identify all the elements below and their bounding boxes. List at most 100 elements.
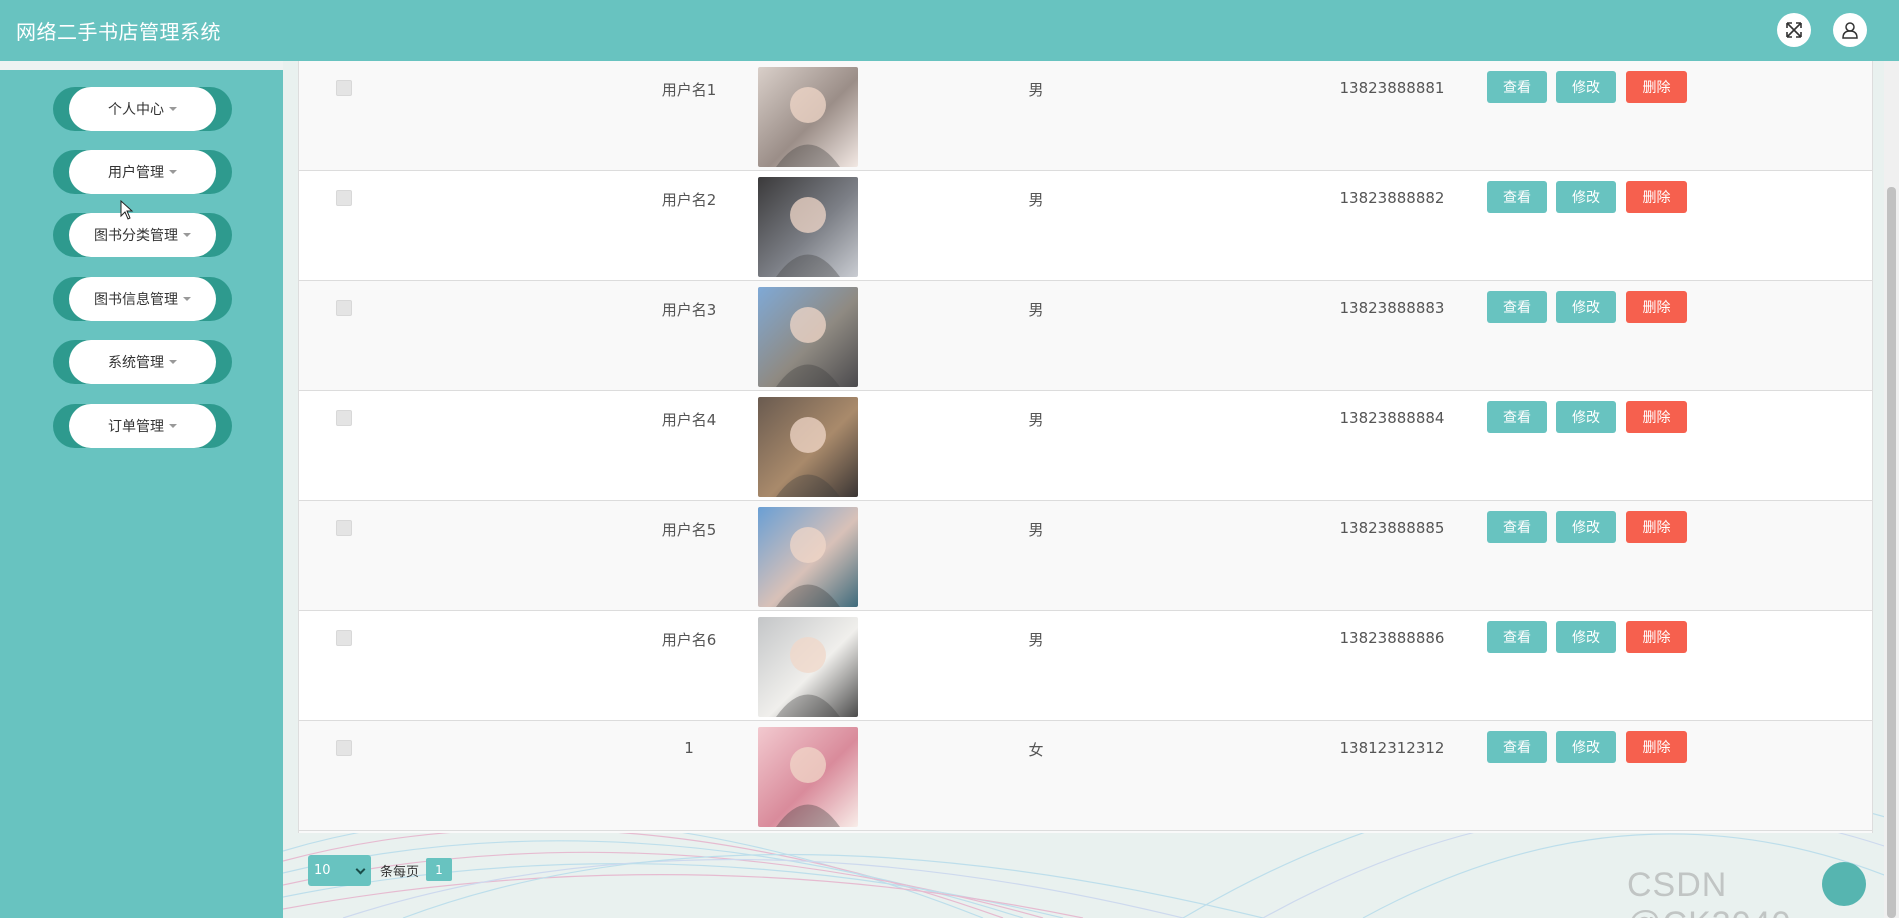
cell-gender: 男 bbox=[1028, 631, 1044, 649]
delete-button[interactable]: 删除 bbox=[1626, 291, 1687, 323]
cell-gender: 男 bbox=[1028, 411, 1044, 429]
sidebar-item-label: 个人中心 bbox=[108, 102, 164, 118]
sidebar-item-system[interactable]: 系统管理 bbox=[53, 340, 232, 384]
scrollbar-thumb[interactable] bbox=[1887, 187, 1896, 918]
table-row: 用户名1 姓名1 男 13823888881 查看 修改 删除 bbox=[299, 61, 1872, 171]
chevron-down-icon bbox=[355, 864, 366, 875]
edit-button[interactable]: 修改 bbox=[1556, 181, 1616, 213]
cell-gender: 男 bbox=[1028, 81, 1044, 99]
user-button[interactable] bbox=[1833, 13, 1867, 47]
cell-phone: 13823888883 bbox=[1339, 299, 1445, 317]
view-button[interactable]: 查看 bbox=[1487, 291, 1547, 323]
photo-image bbox=[758, 177, 858, 277]
sidebar-item-label: 用户管理 bbox=[108, 165, 164, 181]
sidebar-item-book-info[interactable]: 图书信息管理 bbox=[53, 277, 232, 321]
edit-button[interactable]: 修改 bbox=[1556, 731, 1616, 763]
app-title: 网络二手书店管理系统 bbox=[16, 20, 221, 44]
user-table: 用户名1 姓名1 男 13823888881 查看 修改 删除 用户名2 姓名2 bbox=[298, 61, 1873, 833]
table-row: 用户名2 姓名2 男 13823888882 查看 修改 删除 bbox=[299, 171, 1872, 281]
user-photo bbox=[758, 507, 858, 607]
sidebar-item-label: 系统管理 bbox=[108, 355, 164, 371]
caret-down-icon bbox=[169, 424, 177, 428]
cell-phone: 13812312312 bbox=[1339, 739, 1445, 757]
cell-gender: 男 bbox=[1028, 191, 1044, 209]
cell-phone: 13823888882 bbox=[1339, 189, 1445, 207]
row-checkbox[interactable] bbox=[336, 520, 352, 536]
table-row: 用户名3 姓名3 男 13823888883 查看 修改 删除 bbox=[299, 281, 1872, 391]
page-number-button[interactable]: 1 bbox=[426, 858, 452, 881]
cell-username: 用户名1 bbox=[661, 81, 717, 99]
view-button[interactable]: 查看 bbox=[1487, 71, 1547, 103]
photo-image bbox=[758, 727, 858, 827]
row-checkbox[interactable] bbox=[336, 300, 352, 316]
cell-username: 用户名6 bbox=[661, 631, 717, 649]
sidebar-item-pill: 图书信息管理 bbox=[69, 277, 216, 321]
delete-button[interactable]: 删除 bbox=[1626, 731, 1687, 763]
caret-down-icon bbox=[169, 170, 177, 174]
view-button[interactable]: 查看 bbox=[1487, 731, 1547, 763]
row-checkbox[interactable] bbox=[336, 190, 352, 206]
page-size-select[interactable]: 10 bbox=[308, 855, 371, 886]
table-row: 用户名6 姓名6 男 13823888886 查看 修改 删除 bbox=[299, 611, 1872, 721]
cell-username: 用户名3 bbox=[661, 301, 717, 319]
sidebar-item-pill: 用户管理 bbox=[69, 150, 216, 194]
delete-button[interactable]: 删除 bbox=[1626, 621, 1687, 653]
delete-button[interactable]: 删除 bbox=[1626, 401, 1687, 433]
edit-button[interactable]: 修改 bbox=[1556, 71, 1616, 103]
photo-image bbox=[758, 67, 858, 167]
sidebar-item-pill: 系统管理 bbox=[69, 340, 216, 384]
row-checkbox[interactable] bbox=[336, 630, 352, 646]
sidebar-item-pill: 图书分类管理 bbox=[69, 213, 216, 257]
sidebar-item-label: 图书信息管理 bbox=[94, 292, 178, 308]
edit-button[interactable]: 修改 bbox=[1556, 401, 1616, 433]
delete-button[interactable]: 删除 bbox=[1626, 71, 1687, 103]
user-photo bbox=[758, 727, 858, 827]
cell-username: 用户名2 bbox=[661, 191, 717, 209]
vertical-scrollbar[interactable] bbox=[1884, 61, 1899, 918]
row-checkbox[interactable] bbox=[336, 80, 352, 96]
edit-button[interactable]: 修改 bbox=[1556, 291, 1616, 323]
watermark: CSDN @CK3040 bbox=[1627, 866, 1790, 918]
user-photo bbox=[758, 287, 858, 387]
cell-username: 用户名5 bbox=[661, 521, 717, 539]
cell-gender: 男 bbox=[1028, 301, 1044, 319]
cell-username: 用户名4 bbox=[661, 411, 717, 429]
row-checkbox[interactable] bbox=[336, 410, 352, 426]
photo-image bbox=[758, 507, 858, 607]
caret-down-icon bbox=[169, 107, 177, 111]
sidebar-item-book-category[interactable]: 图书分类管理 bbox=[53, 213, 232, 257]
user-photo bbox=[758, 177, 858, 277]
cell-phone: 13823888885 bbox=[1339, 519, 1445, 537]
delete-button[interactable]: 删除 bbox=[1626, 511, 1687, 543]
delete-button[interactable]: 删除 bbox=[1626, 181, 1687, 213]
page-size-label: 条每页 bbox=[380, 865, 420, 880]
sidebar-item-personal-center[interactable]: 个人中心 bbox=[53, 87, 232, 131]
sidebar-item-user-management[interactable]: 用户管理 bbox=[53, 150, 232, 194]
cell-phone: 13823888886 bbox=[1339, 629, 1445, 647]
fullscreen-button[interactable] bbox=[1777, 13, 1811, 47]
edit-button[interactable]: 修改 bbox=[1556, 621, 1616, 653]
photo-image bbox=[758, 397, 858, 497]
cell-username: 1 bbox=[684, 739, 694, 757]
photo-image bbox=[758, 617, 858, 717]
sidebar-item-orders[interactable]: 订单管理 bbox=[53, 404, 232, 448]
view-button[interactable]: 查看 bbox=[1487, 621, 1547, 653]
user-photo bbox=[758, 397, 858, 497]
caret-down-icon bbox=[183, 297, 191, 301]
row-checkbox[interactable] bbox=[336, 740, 352, 756]
cell-phone: 13823888884 bbox=[1339, 409, 1445, 427]
sidebar-item-pill: 个人中心 bbox=[69, 87, 216, 131]
sidebar: 个人中心 用户管理 图书分类管理 图书信息管理 系统管理 订单管理 bbox=[0, 70, 283, 918]
sidebar-item-label: 图书分类管理 bbox=[94, 228, 178, 244]
edit-button[interactable]: 修改 bbox=[1556, 511, 1616, 543]
view-button[interactable]: 查看 bbox=[1487, 181, 1547, 213]
user-icon bbox=[1842, 22, 1858, 39]
view-button[interactable]: 查看 bbox=[1487, 401, 1547, 433]
photo-image bbox=[758, 287, 858, 387]
mouse-cursor-icon bbox=[120, 200, 134, 220]
top-header: 网络二手书店管理系统 bbox=[0, 0, 1899, 61]
table-row: 用户名4 姓名4 男 13823888884 查看 修改 删除 bbox=[299, 391, 1872, 501]
cell-gender: 女 bbox=[1028, 741, 1044, 759]
view-button[interactable]: 查看 bbox=[1487, 511, 1547, 543]
sidebar-item-label: 订单管理 bbox=[108, 419, 164, 435]
